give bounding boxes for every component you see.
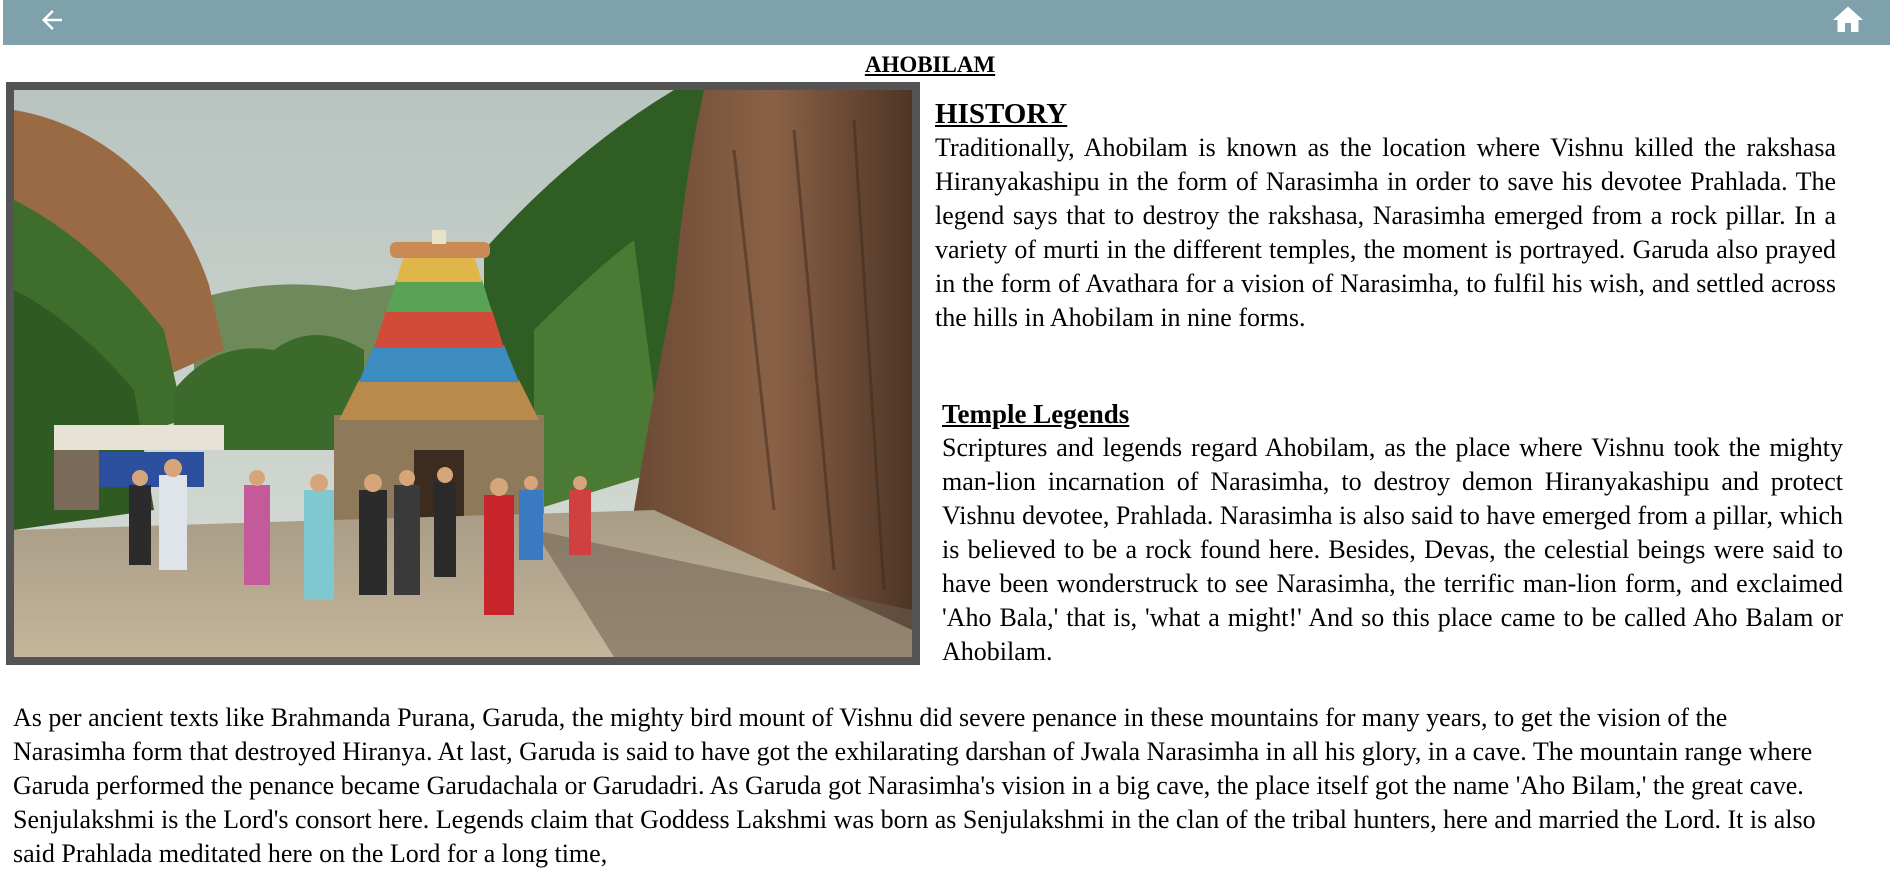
home-button[interactable] <box>1822 0 1874 40</box>
page-title: AHOBILAM <box>864 52 996 77</box>
temple-legends-heading: Temple Legends <box>942 399 1130 429</box>
garuda-legend-paragraph: As per ancient texts like Brahmanda Pura… <box>13 703 1816 868</box>
temple-legends-paragraph: Scriptures and legends regard Ahobilam, … <box>942 433 1843 666</box>
app-header-bar <box>3 0 1890 45</box>
home-icon <box>1833 6 1863 32</box>
back-button[interactable] <box>26 0 78 40</box>
history-paragraph: Traditionally, Ahobilam is known as the … <box>935 133 1836 332</box>
temple-legends-section: Temple Legends Scriptures and legends re… <box>942 397 1843 669</box>
history-section: HISTORY Traditionally, Ahobilam is known… <box>935 97 1836 335</box>
temple-gopuram-photo <box>14 90 912 657</box>
arrow-left-icon <box>42 10 62 30</box>
history-heading: HISTORY <box>935 98 1068 130</box>
temple-photo <box>6 82 920 665</box>
